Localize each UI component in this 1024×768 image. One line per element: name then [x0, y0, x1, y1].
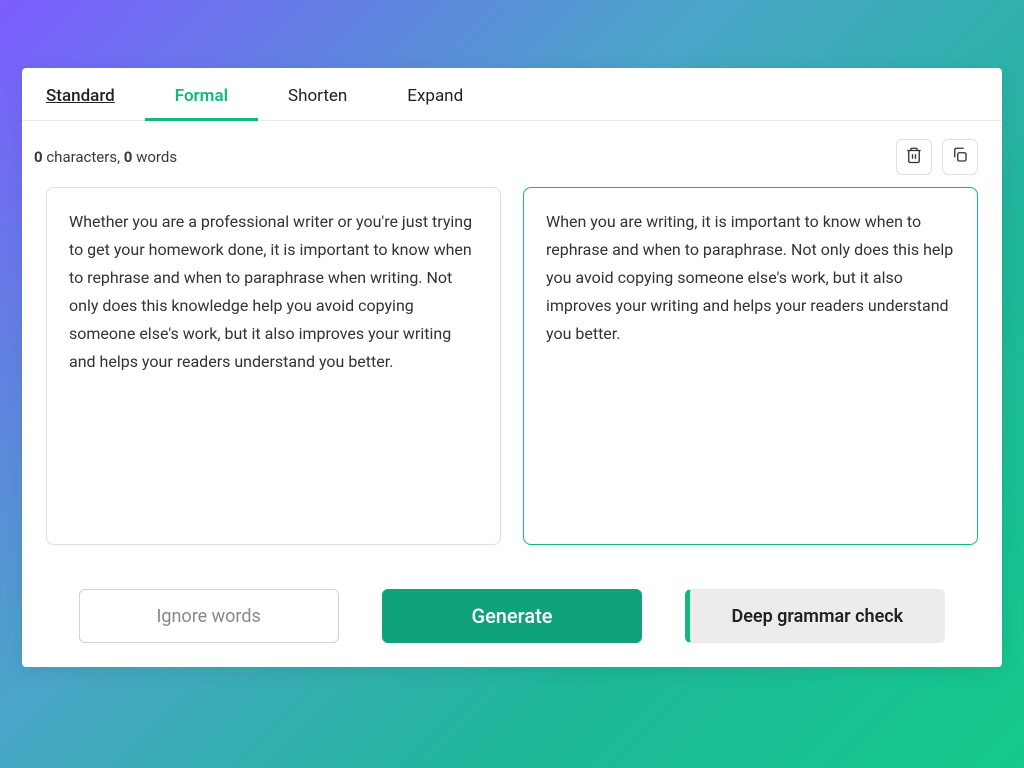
copy-button[interactable] [942, 139, 978, 175]
tab-formal[interactable]: Formal [175, 86, 228, 120]
trash-icon [905, 146, 923, 168]
meta-row: 0 characters, 0 words [22, 121, 1002, 185]
input-textarea[interactable]: Whether you are a professional writer or… [46, 187, 501, 545]
char-label: characters, [43, 148, 124, 166]
text-panes: Whether you are a professional writer or… [22, 185, 1002, 559]
word-label: words [132, 148, 177, 166]
ignore-words-button[interactable]: Ignore words [79, 589, 339, 643]
char-count: 0 [34, 148, 43, 166]
action-row: Ignore words Generate Deep grammar check [22, 559, 1002, 647]
output-pane[interactable]: When you are writing, it is important to… [523, 187, 978, 545]
tab-standard[interactable]: Standard [46, 86, 115, 120]
output-actions [896, 139, 978, 175]
tab-shorten[interactable]: Shorten [288, 86, 347, 120]
mode-tabs: Standard Formal Shorten Expand [22, 68, 1002, 121]
tab-expand[interactable]: Expand [407, 86, 463, 120]
delete-button[interactable] [896, 139, 932, 175]
deep-grammar-check-button[interactable]: Deep grammar check [685, 589, 945, 643]
generate-button[interactable]: Generate [382, 589, 642, 643]
paraphrase-tool-card: Standard Formal Shorten Expand 0 charact… [22, 68, 1002, 667]
copy-icon [951, 146, 969, 168]
character-word-counter: 0 characters, 0 words [34, 148, 177, 166]
